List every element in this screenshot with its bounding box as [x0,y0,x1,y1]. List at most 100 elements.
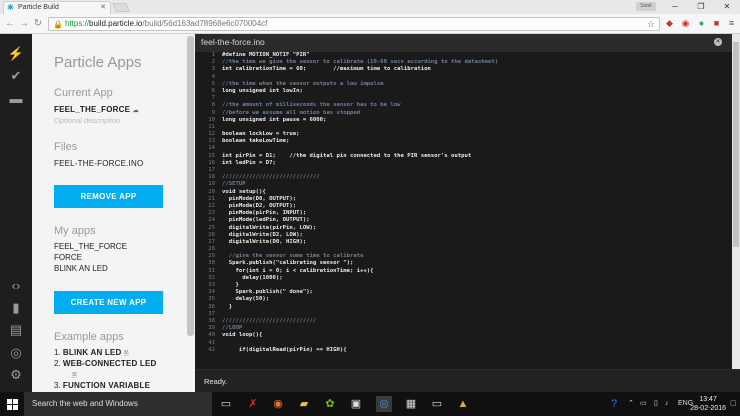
cloud-icon[interactable]: ☁ [133,108,139,114]
close-window-button[interactable]: ✕ [714,0,740,14]
code-line[interactable]: 33 } [195,282,732,289]
editor-tab[interactable]: feel-the-force.ino ✕ [195,34,732,52]
editor-scrollbar-thumb[interactable] [733,42,739,247]
remove-app-button[interactable]: REMOVE APP [54,185,163,208]
code-line[interactable]: 18 ///////////////////////////// [195,174,732,181]
code-line[interactable]: 42 if(digitalRead(pirPin) == HIGH){ [195,347,732,354]
restore-button[interactable]: ❐ [688,0,714,14]
code-icon[interactable]: ‹› [7,278,25,294]
code-line[interactable]: 25 digitalWrite(pirPin, LOW); [195,225,732,232]
forward-arrow-icon[interactable]: → [18,17,30,30]
extension-icon[interactable]: ◆ [664,18,675,29]
code-line[interactable]: 11 [195,124,732,131]
code-line[interactable]: 38 //////////////////////////// [195,318,732,325]
app-icon-3[interactable]: ▦ [403,396,419,412]
code-line[interactable]: 23 pinMode(pirPin, INPUT); [195,210,732,217]
new-tab-button[interactable] [112,3,130,12]
volume-icon[interactable]: ♪ [665,392,669,416]
code-line[interactable]: 37 [195,311,732,318]
code-line[interactable]: 34 Spark.publish(" done"); [195,289,732,296]
code-line[interactable]: 40 void loop(){ [195,332,732,339]
taskbar-clock[interactable]: 13:47 28-02-2016 [690,395,726,413]
code-line[interactable]: 22 pinMode(D2, OUTPUT); [195,203,732,210]
reload-icon[interactable]: ↻ [32,17,44,30]
example-app-item[interactable]: 3. FUNCTION VARIABLE [54,380,157,391]
code-line[interactable]: 14 [195,145,732,152]
menu-icon[interactable]: ≡ [726,18,737,29]
code-line[interactable]: 15 int pirPin = D1; //the digital pin con… [195,153,732,160]
tab-close-icon[interactable]: ✕ [100,2,106,14]
firefox-icon[interactable]: ◉ [270,396,286,412]
windows-start-icon[interactable] [0,392,24,416]
bookmark-star-icon[interactable]: ☆ [647,18,655,30]
example-app-item[interactable]: 2. WEB-CONNECTED LED [54,358,157,369]
bookmark-icon[interactable]: ▮ [7,300,25,316]
file-explorer-icon[interactable]: ▰ [296,396,312,412]
file-name[interactable]: FEEL-THE-FORCE.INO [54,159,143,168]
extension-icon-4[interactable]: ■ [711,18,722,29]
document-icon[interactable]: ▤ [7,322,25,338]
code-line[interactable]: 39 //LOOP [195,325,732,332]
help-icon[interactable]: ? [606,396,622,412]
code-line[interactable]: 1 #define MOTION_NOTIF "PIR" [195,52,732,59]
code-line[interactable]: 13 boolean takeLowTime; [195,138,732,145]
code-line[interactable]: 28 [195,246,732,253]
code-line[interactable]: 17 [195,167,732,174]
notifications-icon[interactable]: ▢ [730,392,737,416]
minimize-button[interactable]: ─ [662,0,688,14]
code-line[interactable]: 7 [195,95,732,102]
code-line[interactable]: 4 [195,74,732,81]
code-line[interactable]: 27 digitalWrite(D0, HIGH); [195,239,732,246]
code-line[interactable]: 2 //the time we give the sensor to calibr… [195,59,732,66]
settings-gear-icon[interactable]: ⚙ [7,367,25,383]
code-line[interactable]: 31 for(int i = 0; i < calibrationTime; i… [195,268,732,275]
editor-scrollbar[interactable] [732,34,740,369]
store-icon[interactable]: ▣ [348,396,364,412]
tray-up-arrow-icon[interactable]: ⌃ [628,392,634,416]
current-app-description[interactable]: Optional description [54,116,120,125]
back-arrow-icon[interactable]: ← [4,17,16,30]
extension-icon-2[interactable]: ◉ [680,18,691,29]
code-line[interactable]: 32 delay(1000); [195,275,732,282]
app-icon-4[interactable]: ▲ [455,396,471,412]
app-icon[interactable]: ✗ [245,396,261,412]
battery-icon[interactable]: ▯ [654,392,658,416]
code-line[interactable]: 3 int calibrationTime = 60; //maximum tim… [195,66,732,73]
code-line[interactable]: 35 delay(50); [195,296,732,303]
code-line[interactable]: 41 [195,340,732,347]
network-icon[interactable]: ▭ [640,392,647,416]
code-line[interactable]: 26 digitalWrite(D2, LOW); [195,232,732,239]
panel-scrollbar[interactable] [187,36,194,336]
code-line[interactable]: 16 int ledPin = D7; [195,160,732,167]
code-line[interactable]: 30 Spark.publish("calibrating sensor "); [195,260,732,267]
example-app-item[interactable]: 1. BLINK AN LED 🗎 [54,347,157,358]
code-line[interactable]: 9 //before we assume all motion has stopp… [195,110,732,117]
task-view-icon[interactable]: ▭ [218,396,234,412]
target-icon[interactable]: ◎ [7,345,25,361]
terminal-icon[interactable]: ▭ [429,396,445,412]
flash-icon[interactable]: ⚡ [7,46,25,62]
code-line[interactable]: 6 long unsigned int lowIn; [195,88,732,95]
app-icon-2[interactable]: ✿ [322,396,338,412]
taskbar-search-box[interactable]: Search the web and Windows [24,392,212,416]
my-app-item[interactable]: BLINK AN LED [54,263,127,274]
code-line[interactable]: 24 pinMode(ledPin, OUTPUT); [195,217,732,224]
editor-tab-close-icon[interactable]: ✕ [714,38,722,46]
create-new-app-button[interactable]: CREATE NEW APP [54,291,163,314]
code-line[interactable]: 5 //the time when the sensor outputs a lo… [195,81,732,88]
my-app-item[interactable]: FEEL_THE_FORCE [54,241,127,252]
code-line[interactable]: 10 long unsigned int pause = 6000; [195,117,732,124]
extension-icon-3[interactable]: ● [696,18,707,29]
address-bar[interactable]: 🔒 https://build.particle.io/build/56d163… [48,17,660,31]
my-app-item[interactable]: FORCE [54,252,127,263]
folder-icon[interactable]: ▬ [7,91,25,107]
code-line[interactable]: 12 boolean lockLow = true; [195,131,732,138]
code-line[interactable]: 29 //give the sensor some time to calibr… [195,253,732,260]
code-line[interactable]: 8 //the amount of milliseconds the sensor… [195,102,732,109]
profile-badge[interactable]: Sonit [636,2,656,11]
code-area[interactable]: 1 #define MOTION_NOTIF "PIR" 2 //the time w… [195,52,732,367]
browser-tab[interactable]: ✱ Particle Build ✕ [3,1,111,14]
code-line[interactable]: 21 pinMode(D0, OUTPUT); [195,196,732,203]
verify-check-icon[interactable]: ✔ [7,68,25,84]
code-line[interactable]: 36 } [195,304,732,311]
